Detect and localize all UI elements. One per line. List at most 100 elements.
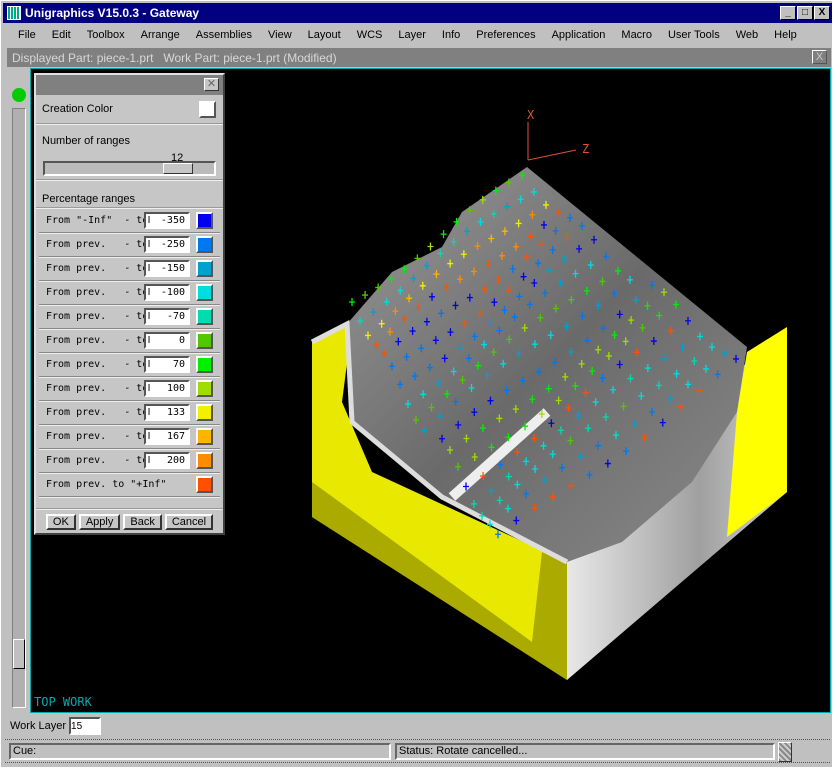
menu-application[interactable]: Application bbox=[543, 27, 613, 45]
range-row: From prev. - to I 133 bbox=[39, 401, 220, 425]
scrollbar-thumb[interactable] bbox=[13, 639, 25, 669]
range-value-input[interactable]: I 200 bbox=[144, 452, 190, 469]
range-row: From prev. - to I -250 bbox=[39, 233, 220, 257]
maximize-button[interactable]: □ bbox=[797, 6, 813, 20]
color-ranges-dialog: ✕ Creation Color Number of ranges 12 Per… bbox=[34, 73, 225, 535]
menu-macro[interactable]: Macro bbox=[612, 27, 659, 45]
range-row: From prev. - to I -150 bbox=[39, 257, 220, 281]
range-label: From prev. - to bbox=[46, 407, 149, 418]
cue-line: Cue: bbox=[9, 743, 391, 760]
status-toggle-button[interactable] bbox=[778, 742, 792, 762]
range-value: -150 bbox=[160, 263, 185, 274]
range-label: From prev. - to bbox=[46, 383, 149, 394]
number-of-ranges-slider[interactable] bbox=[43, 161, 216, 176]
status-line: Status: Rotate cancelled... bbox=[395, 743, 775, 760]
range-value-input[interactable]: I -250 bbox=[144, 236, 190, 253]
menu-file[interactable]: File bbox=[9, 27, 43, 45]
range-label: From prev. - to bbox=[46, 263, 149, 274]
range-value: -100 bbox=[160, 287, 185, 298]
app-icon[interactable] bbox=[7, 6, 21, 20]
close-part-icon[interactable]: X bbox=[812, 50, 827, 64]
range-color-swatch[interactable] bbox=[196, 212, 213, 229]
ok-button[interactable]: OK bbox=[45, 514, 76, 530]
range-value-input[interactable]: I 100 bbox=[144, 380, 190, 397]
menu-bar: File Edit Toolbox Arrange Assemblies View Layo… bbox=[9, 27, 829, 45]
range-label: From prev. - to bbox=[46, 335, 149, 346]
range-row: From prev. - to I 200 bbox=[39, 449, 220, 473]
range-label: From prev. - to bbox=[46, 431, 149, 442]
range-row: From prev. - to I 167 bbox=[39, 425, 220, 449]
menu-user-tools[interactable]: User Tools bbox=[659, 27, 727, 45]
axis-x-label: X bbox=[527, 108, 535, 122]
menu-edit[interactable]: Edit bbox=[43, 27, 78, 45]
creation-color-row: Creation Color bbox=[36, 95, 223, 125]
menu-preferences[interactable]: Preferences bbox=[467, 27, 542, 45]
vertical-scrollbar[interactable] bbox=[12, 108, 26, 708]
range-value: -70 bbox=[166, 311, 185, 322]
range-color-swatch[interactable] bbox=[196, 428, 213, 445]
deviation-marker bbox=[349, 298, 355, 306]
range-row: From prev. to "+Inf" bbox=[39, 473, 220, 497]
menu-info[interactable]: Info bbox=[433, 27, 467, 45]
deviation-marker bbox=[440, 230, 447, 239]
menu-web[interactable]: Web bbox=[727, 27, 765, 45]
status-light-icon bbox=[12, 88, 26, 102]
range-row: From prev. - to I -100 bbox=[39, 281, 220, 305]
menu-view[interactable]: View bbox=[259, 27, 299, 45]
range-color-swatch[interactable] bbox=[196, 380, 213, 397]
range-color-swatch[interactable] bbox=[196, 260, 213, 277]
range-value: 70 bbox=[172, 359, 185, 370]
range-label: From prev. to "+Inf" bbox=[46, 479, 167, 490]
range-label: From prev. - to bbox=[46, 359, 149, 370]
creation-color-swatch[interactable] bbox=[199, 100, 216, 118]
range-value-input[interactable]: I 167 bbox=[144, 428, 190, 445]
range-value-input[interactable]: I 133 bbox=[144, 404, 190, 421]
range-value-input[interactable]: I -70 bbox=[144, 308, 190, 325]
dialog-close-icon[interactable]: ✕ bbox=[204, 78, 219, 91]
range-label: From prev. - to bbox=[46, 239, 149, 250]
creation-color-label: Creation Color bbox=[42, 103, 113, 115]
range-color-swatch[interactable] bbox=[196, 452, 213, 469]
range-color-swatch[interactable] bbox=[196, 404, 213, 421]
range-row: From "-Inf" - to I -350 bbox=[39, 209, 220, 233]
menu-arrange[interactable]: Arrange bbox=[132, 27, 187, 45]
range-value-input[interactable]: I -350 bbox=[144, 212, 190, 229]
status-bar: Cue: Status: Rotate cancelled... bbox=[5, 739, 830, 763]
cancel-button[interactable]: Cancel bbox=[164, 514, 214, 530]
menu-layout[interactable]: Layout bbox=[299, 27, 348, 45]
work-layer-input[interactable] bbox=[69, 717, 102, 735]
range-color-swatch[interactable] bbox=[196, 308, 213, 325]
number-of-ranges-section: Number of ranges 12 bbox=[36, 125, 223, 181]
menu-assemblies[interactable]: Assemblies bbox=[187, 27, 259, 45]
range-value: 167 bbox=[166, 431, 185, 442]
menu-toolbox[interactable]: Toolbox bbox=[78, 27, 132, 45]
menu-help[interactable]: Help bbox=[765, 27, 804, 45]
back-button[interactable]: Back bbox=[123, 514, 162, 530]
range-value: 0 bbox=[178, 335, 185, 346]
minimize-button[interactable]: _ bbox=[780, 6, 796, 20]
deviation-marker bbox=[427, 242, 434, 251]
range-color-swatch[interactable] bbox=[196, 476, 213, 493]
range-value-input[interactable]: I -150 bbox=[144, 260, 190, 277]
work-layer: Work Layer bbox=[10, 717, 102, 735]
range-value: 133 bbox=[166, 407, 185, 418]
menu-wcs[interactable]: WCS bbox=[348, 27, 390, 45]
range-value-input[interactable]: I0 bbox=[144, 332, 190, 349]
menu-layer[interactable]: Layer bbox=[389, 27, 433, 45]
range-value-input[interactable]: I 70 bbox=[144, 356, 190, 373]
left-toolbar bbox=[9, 68, 29, 713]
range-value: -350 bbox=[160, 215, 185, 226]
close-button[interactable]: X bbox=[814, 6, 830, 20]
deviation-marker bbox=[362, 291, 369, 300]
slider-knob[interactable] bbox=[163, 163, 193, 174]
range-color-swatch[interactable] bbox=[196, 332, 213, 349]
range-color-swatch[interactable] bbox=[196, 356, 213, 373]
part-header: Displayed Part: piece-1.prt Work Part: p… bbox=[7, 48, 831, 67]
work-layer-label: Work Layer bbox=[10, 720, 67, 732]
range-value: 100 bbox=[166, 383, 185, 394]
range-value-input[interactable]: I -100 bbox=[144, 284, 190, 301]
range-color-swatch[interactable] bbox=[196, 284, 213, 301]
axis-z-label: Z bbox=[582, 142, 589, 156]
range-color-swatch[interactable] bbox=[196, 236, 213, 253]
apply-button[interactable]: Apply bbox=[78, 514, 121, 530]
